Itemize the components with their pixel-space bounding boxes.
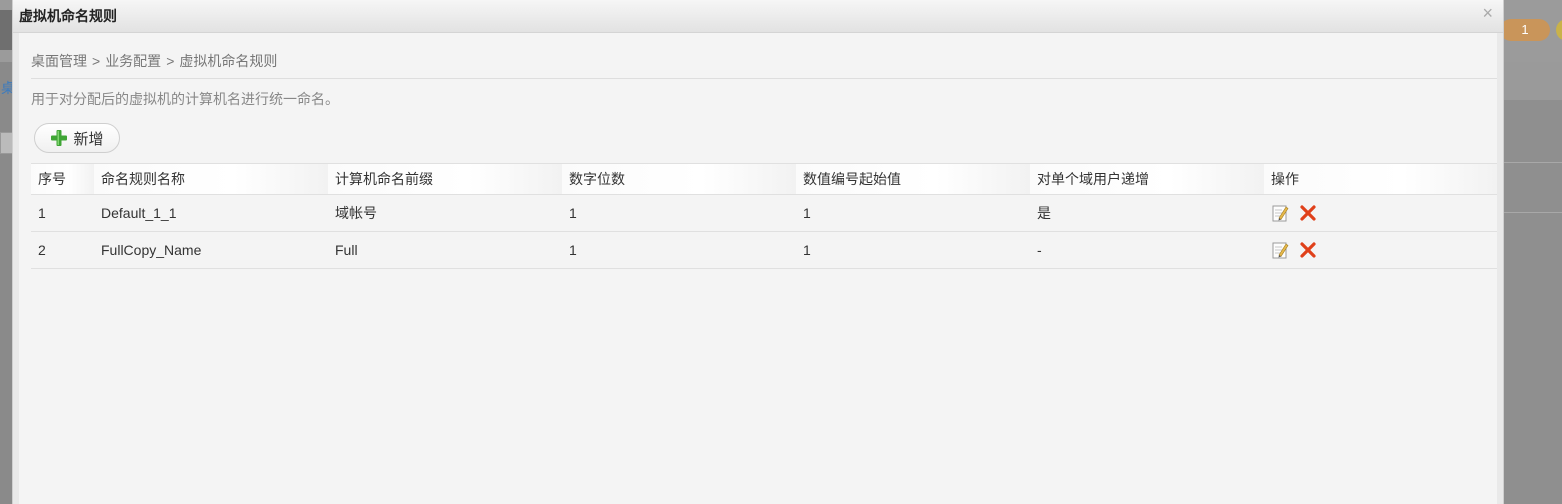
table-header-row: 序号 命名规则名称 计算机命名前缀 数字位数 数值编号起始值 对单个域用户递增 … (31, 163, 1497, 195)
background-toolbar-strip (1498, 62, 1562, 100)
background-divider (1498, 212, 1562, 213)
header-rule-name: 命名规则名称 (94, 163, 328, 195)
notification-badge: 1 (1500, 19, 1550, 41)
header-start-value: 数值编号起始值 (796, 163, 1030, 195)
table-row: 1 Default_1_1 域帐号 1 1 是 (31, 194, 1497, 232)
edit-icon[interactable] (1271, 204, 1289, 222)
cell-rule-name: FullCopy_Name (94, 231, 328, 269)
cell-actions (1264, 231, 1497, 269)
cell-start-value: 1 (796, 231, 1030, 269)
delete-icon[interactable] (1299, 241, 1317, 259)
cell-increment: - (1030, 231, 1264, 269)
header-increment: 对单个域用户递增 (1030, 163, 1264, 195)
add-button-label: 新增 (73, 130, 104, 148)
divider (31, 78, 1497, 79)
cell-start-value: 1 (796, 194, 1030, 232)
breadcrumb-item-current: 虚拟机命名规则 (179, 53, 278, 69)
cell-rule-name: Default_1_1 (94, 194, 328, 232)
background-divider (1498, 162, 1562, 163)
naming-rules-table: 序号 命名规则名称 计算机命名前缀 数字位数 数值编号起始值 对单个域用户递增 … (31, 163, 1497, 269)
cell-index: 1 (31, 194, 94, 232)
cell-prefix: 域帐号 (328, 194, 562, 232)
breadcrumb-separator: > (166, 53, 175, 69)
cell-actions (1264, 194, 1497, 232)
cell-index: 2 (31, 231, 94, 269)
plus-icon (51, 130, 68, 146)
header-index: 序号 (31, 163, 94, 195)
breadcrumb: 桌面管理 > 业务配置 > 虚拟机命名规则 (31, 51, 277, 71)
close-icon[interactable]: × (1482, 3, 1493, 24)
breadcrumb-separator: > (92, 53, 101, 69)
naming-rules-dialog: 虚拟机命名规则 × 桌面管理 > 业务配置 > 虚拟机命名规则 用于对分配后的虚拟机的计… (12, 0, 1504, 504)
dialog-title: 虚拟机命名规则 (19, 8, 117, 24)
header-actions: 操作 (1264, 163, 1497, 195)
header-digits: 数字位数 (562, 163, 796, 195)
page-description: 用于对分配后的虚拟机的计算机名进行统一命名。 (31, 91, 339, 107)
header-prefix: 计算机命名前缀 (328, 163, 562, 195)
background-logo-partial (0, 10, 12, 50)
background-panel (1498, 100, 1562, 504)
breadcrumb-item-business-config[interactable]: 业务配置 (105, 53, 161, 69)
cell-digits: 1 (562, 194, 796, 232)
add-button[interactable]: 新增 (34, 123, 120, 153)
cell-digits: 1 (562, 231, 796, 269)
delete-icon[interactable] (1299, 204, 1317, 222)
breadcrumb-item-desktop-management[interactable]: 桌面管理 (31, 53, 87, 69)
cell-prefix: Full (328, 231, 562, 269)
edit-icon[interactable] (1271, 241, 1289, 259)
table-row: 2 FullCopy_Name Full 1 1 - (31, 231, 1497, 269)
cell-increment: 是 (1030, 194, 1264, 232)
dialog-header: 虚拟机命名规则 × (13, 0, 1503, 33)
dialog-body: 桌面管理 > 业务配置 > 虚拟机命名规则 用于对分配后的虚拟机的计算机名进行统一命名。… (19, 33, 1497, 504)
